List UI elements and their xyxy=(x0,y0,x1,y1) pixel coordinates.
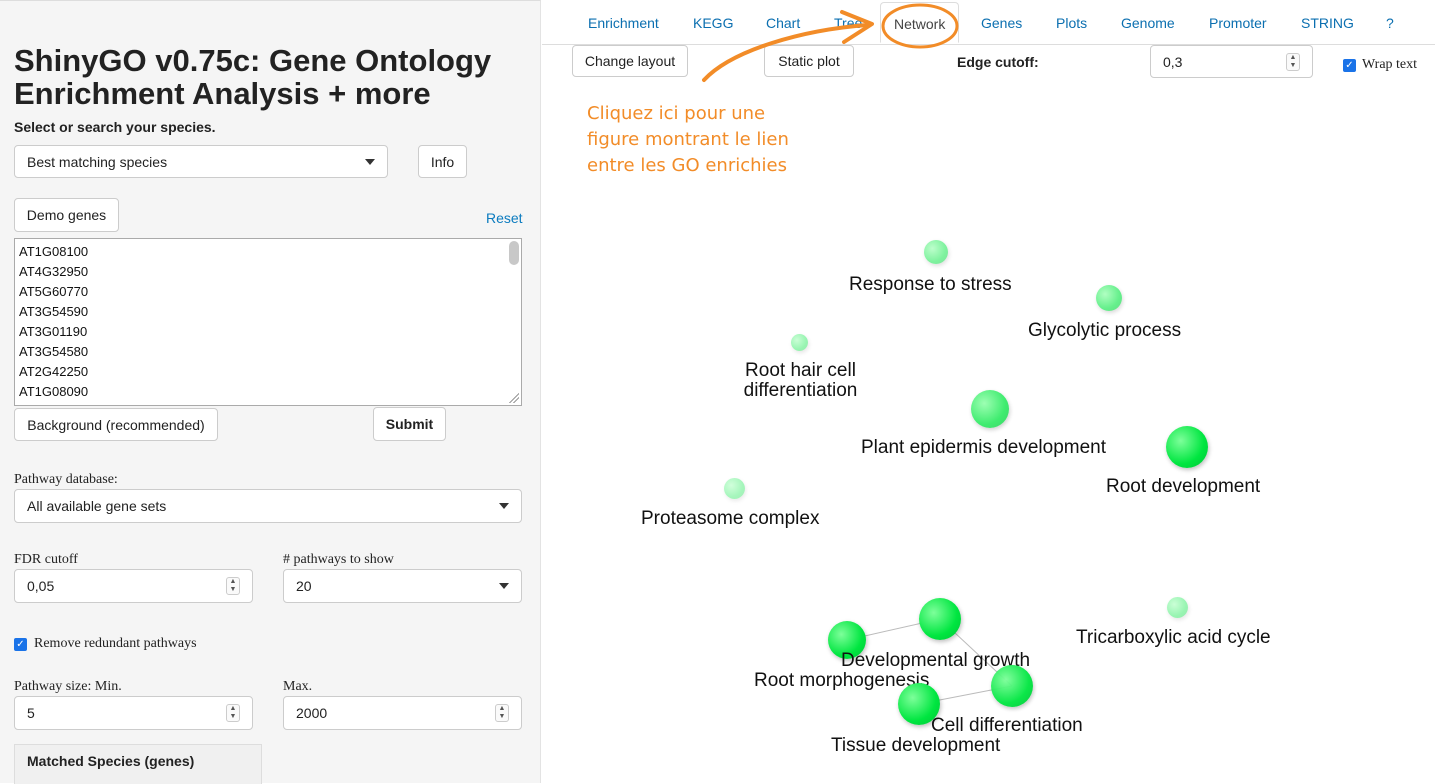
textarea-scrollbar[interactable] xyxy=(509,241,519,265)
gene-line: AT3G54590 xyxy=(19,304,89,319)
species-label: Select or search your species. xyxy=(14,119,216,135)
network-node[interactable] xyxy=(724,478,745,499)
network-node[interactable] xyxy=(919,598,961,640)
network-node-label: Root morphogenesis xyxy=(754,670,930,691)
npath-select[interactable]: 20 xyxy=(283,569,522,603)
gene-line: AT3G01190 xyxy=(19,324,88,339)
species-select-value: Best matching species xyxy=(27,153,168,170)
size-max-value: 2000 xyxy=(296,705,328,721)
matched-species-heading: Matched Species (genes) xyxy=(27,753,195,769)
pathway-db-value: All available gene sets xyxy=(27,498,167,514)
species-select[interactable]: Best matching species xyxy=(14,145,388,178)
stepper-icon[interactable]: ▲ ▼ xyxy=(226,577,240,595)
resize-grip-icon[interactable] xyxy=(509,393,519,403)
demo-genes-button[interactable]: Demo genes xyxy=(14,198,119,232)
app-title: ShinyGO v0.75c: Gene Ontology Enrichment… xyxy=(14,43,492,111)
network-node[interactable] xyxy=(1096,285,1122,311)
size-min-value: 5 xyxy=(27,705,35,721)
chevron-down-icon xyxy=(365,158,375,165)
gene-line: AT3G54580 xyxy=(19,344,89,359)
chevron-down-icon xyxy=(499,583,509,589)
size-max-label: Max. xyxy=(283,679,313,694)
size-min-label: Pathway size: Min. xyxy=(14,679,122,694)
npath-label: # pathways to show xyxy=(283,552,394,567)
gene-list-textarea[interactable]: AT1G08100 AT4G32950 AT5G60770 AT3G54590 … xyxy=(14,238,522,406)
main-panel: Enrichment KEGG Chart Tree Network Genes… xyxy=(542,0,1435,783)
network-node[interactable] xyxy=(898,683,940,725)
network-node[interactable] xyxy=(1167,597,1188,618)
network-node[interactable] xyxy=(971,390,1009,428)
reset-link[interactable]: Reset xyxy=(486,210,523,226)
network-node-label: Root hair cell differentiation xyxy=(743,360,858,401)
redundant-label: Remove redundant pathways xyxy=(34,636,197,651)
network-node-label: Tricarboxylic acid cycle xyxy=(1076,627,1271,648)
network-node[interactable] xyxy=(791,334,808,351)
background-button[interactable]: Background (recommended) xyxy=(14,408,218,441)
npath-value: 20 xyxy=(296,578,312,594)
stepper-icon[interactable]: ▲ ▼ xyxy=(495,704,509,722)
gene-line: AT1G08090 xyxy=(19,384,89,399)
size-max-input[interactable]: 2000 ▲ ▼ xyxy=(283,696,522,730)
gene-line: AT5G60770 xyxy=(19,284,89,299)
network-node-label: Cell differentiation xyxy=(931,715,1083,736)
pathway-db-select[interactable]: All available gene sets xyxy=(14,489,522,523)
sidebar: ShinyGO v0.75c: Gene Ontology Enrichment… xyxy=(0,0,541,784)
submit-button[interactable]: Submit xyxy=(373,407,446,441)
gene-line: AT2G42250 xyxy=(19,364,89,379)
fdr-value: 0,05 xyxy=(27,578,55,594)
network-node-label: Response to stress xyxy=(849,274,1012,295)
network-node-label: Plant epidermis development xyxy=(861,437,1107,458)
gene-line: AT1G08100 xyxy=(19,244,89,259)
network-node-label: Root development xyxy=(1106,476,1261,497)
pathway-db-label: Pathway database: xyxy=(14,472,118,487)
fdr-label: FDR cutoff xyxy=(14,552,78,567)
size-min-input[interactable]: 5 ▲ ▼ xyxy=(14,696,253,730)
info-button[interactable]: Info xyxy=(418,145,467,178)
chevron-down-icon xyxy=(499,503,509,509)
network-node[interactable] xyxy=(991,665,1033,707)
network-node[interactable] xyxy=(1166,426,1208,468)
network-node-label: Tissue development xyxy=(831,735,1001,756)
network-node[interactable] xyxy=(924,240,948,264)
redundant-checkbox[interactable]: ✓ xyxy=(14,638,27,651)
network-node-label: Proteasome complex xyxy=(641,508,820,529)
stepper-icon[interactable]: ▲ ▼ xyxy=(226,704,240,722)
network-node-label: Glycolytic process xyxy=(1028,320,1182,341)
matched-species-panel[interactable]: Matched Species (genes) xyxy=(14,744,262,784)
fdr-input[interactable]: 0,05 ▲ ▼ xyxy=(14,569,253,603)
gene-line: AT4G32950 xyxy=(19,264,89,279)
